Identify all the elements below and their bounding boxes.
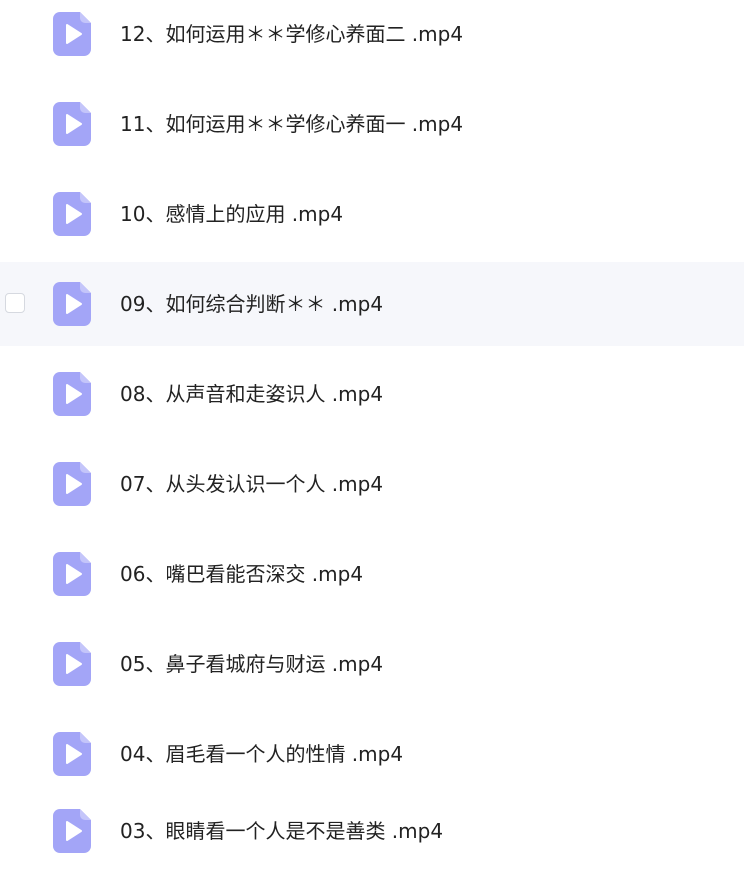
- file-name[interactable]: 03、眼睛看一个人是不是善类 .mp4: [120, 817, 443, 845]
- file-name[interactable]: 11、如何运用＊＊学修心养面一 .mp4: [120, 110, 463, 138]
- file-name[interactable]: 06、嘴巴看能否深交 .mp4: [120, 560, 363, 588]
- file-row[interactable]: 08、从声音和走姿识人 .mp4: [0, 352, 744, 436]
- file-row[interactable]: 03、眼睛看一个人是不是善类 .mp4: [0, 789, 744, 873]
- file-row[interactable]: 12、如何运用＊＊学修心养面二 .mp4: [0, 0, 744, 76]
- file-row[interactable]: 04、眉毛看一个人的性情 .mp4: [0, 712, 744, 796]
- video-file-icon: [53, 642, 91, 686]
- file-row[interactable]: 10、感情上的应用 .mp4: [0, 172, 744, 256]
- file-name[interactable]: 12、如何运用＊＊学修心养面二 .mp4: [120, 20, 463, 48]
- video-file-icon: [53, 192, 91, 236]
- video-file-icon: [53, 552, 91, 596]
- video-file-icon: [53, 12, 91, 56]
- video-file-icon: [53, 102, 91, 146]
- video-file-icon: [53, 372, 91, 416]
- file-name[interactable]: 10、感情上的应用 .mp4: [120, 200, 343, 228]
- video-file-icon: [53, 282, 91, 326]
- file-name[interactable]: 09、如何综合判断＊＊ .mp4: [120, 290, 383, 318]
- file-row[interactable]: 07、从头发认识一个人 .mp4: [0, 442, 744, 526]
- file-row[interactable]: 06、嘴巴看能否深交 .mp4: [0, 532, 744, 616]
- file-row[interactable]: 05、鼻子看城府与财运 .mp4: [0, 622, 744, 706]
- file-list: 12、如何运用＊＊学修心养面二 .mp4 11、如何运用＊＊学修心养面一 .mp…: [0, 0, 744, 873]
- file-row[interactable]: 11、如何运用＊＊学修心养面一 .mp4: [0, 82, 744, 166]
- video-file-icon: [53, 809, 91, 853]
- video-file-icon: [53, 732, 91, 776]
- file-name[interactable]: 04、眉毛看一个人的性情 .mp4: [120, 740, 403, 768]
- file-name[interactable]: 08、从声音和走姿识人 .mp4: [120, 380, 383, 408]
- file-row[interactable]: 09、如何综合判断＊＊ .mp4: [0, 262, 744, 346]
- file-name[interactable]: 07、从头发认识一个人 .mp4: [120, 470, 383, 498]
- file-name[interactable]: 05、鼻子看城府与财运 .mp4: [120, 650, 383, 678]
- row-checkbox[interactable]: [5, 293, 25, 313]
- video-file-icon: [53, 462, 91, 506]
